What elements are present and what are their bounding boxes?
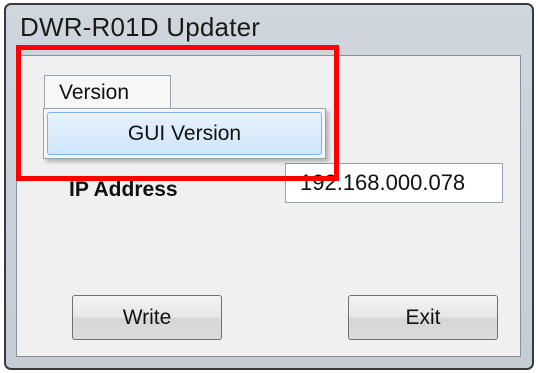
write-button[interactable]: Write: [72, 295, 222, 340]
menu-version[interactable]: Version: [44, 75, 171, 108]
ip-address-label: IP Address: [69, 178, 178, 201]
ip-address-input[interactable]: [285, 163, 503, 203]
version-dropdown-menu: GUI Version: [43, 108, 326, 159]
updater-window: DWR-R01D Updater Version GUI Version IP …: [4, 3, 534, 370]
menu-item-gui-version[interactable]: GUI Version: [47, 112, 322, 155]
client-area: Version GUI Version IP Address Write Exi…: [16, 55, 521, 357]
exit-button[interactable]: Exit: [348, 295, 498, 340]
menu-bar: Version: [17, 56, 520, 108]
window-title: DWR-R01D Updater: [20, 12, 261, 42]
